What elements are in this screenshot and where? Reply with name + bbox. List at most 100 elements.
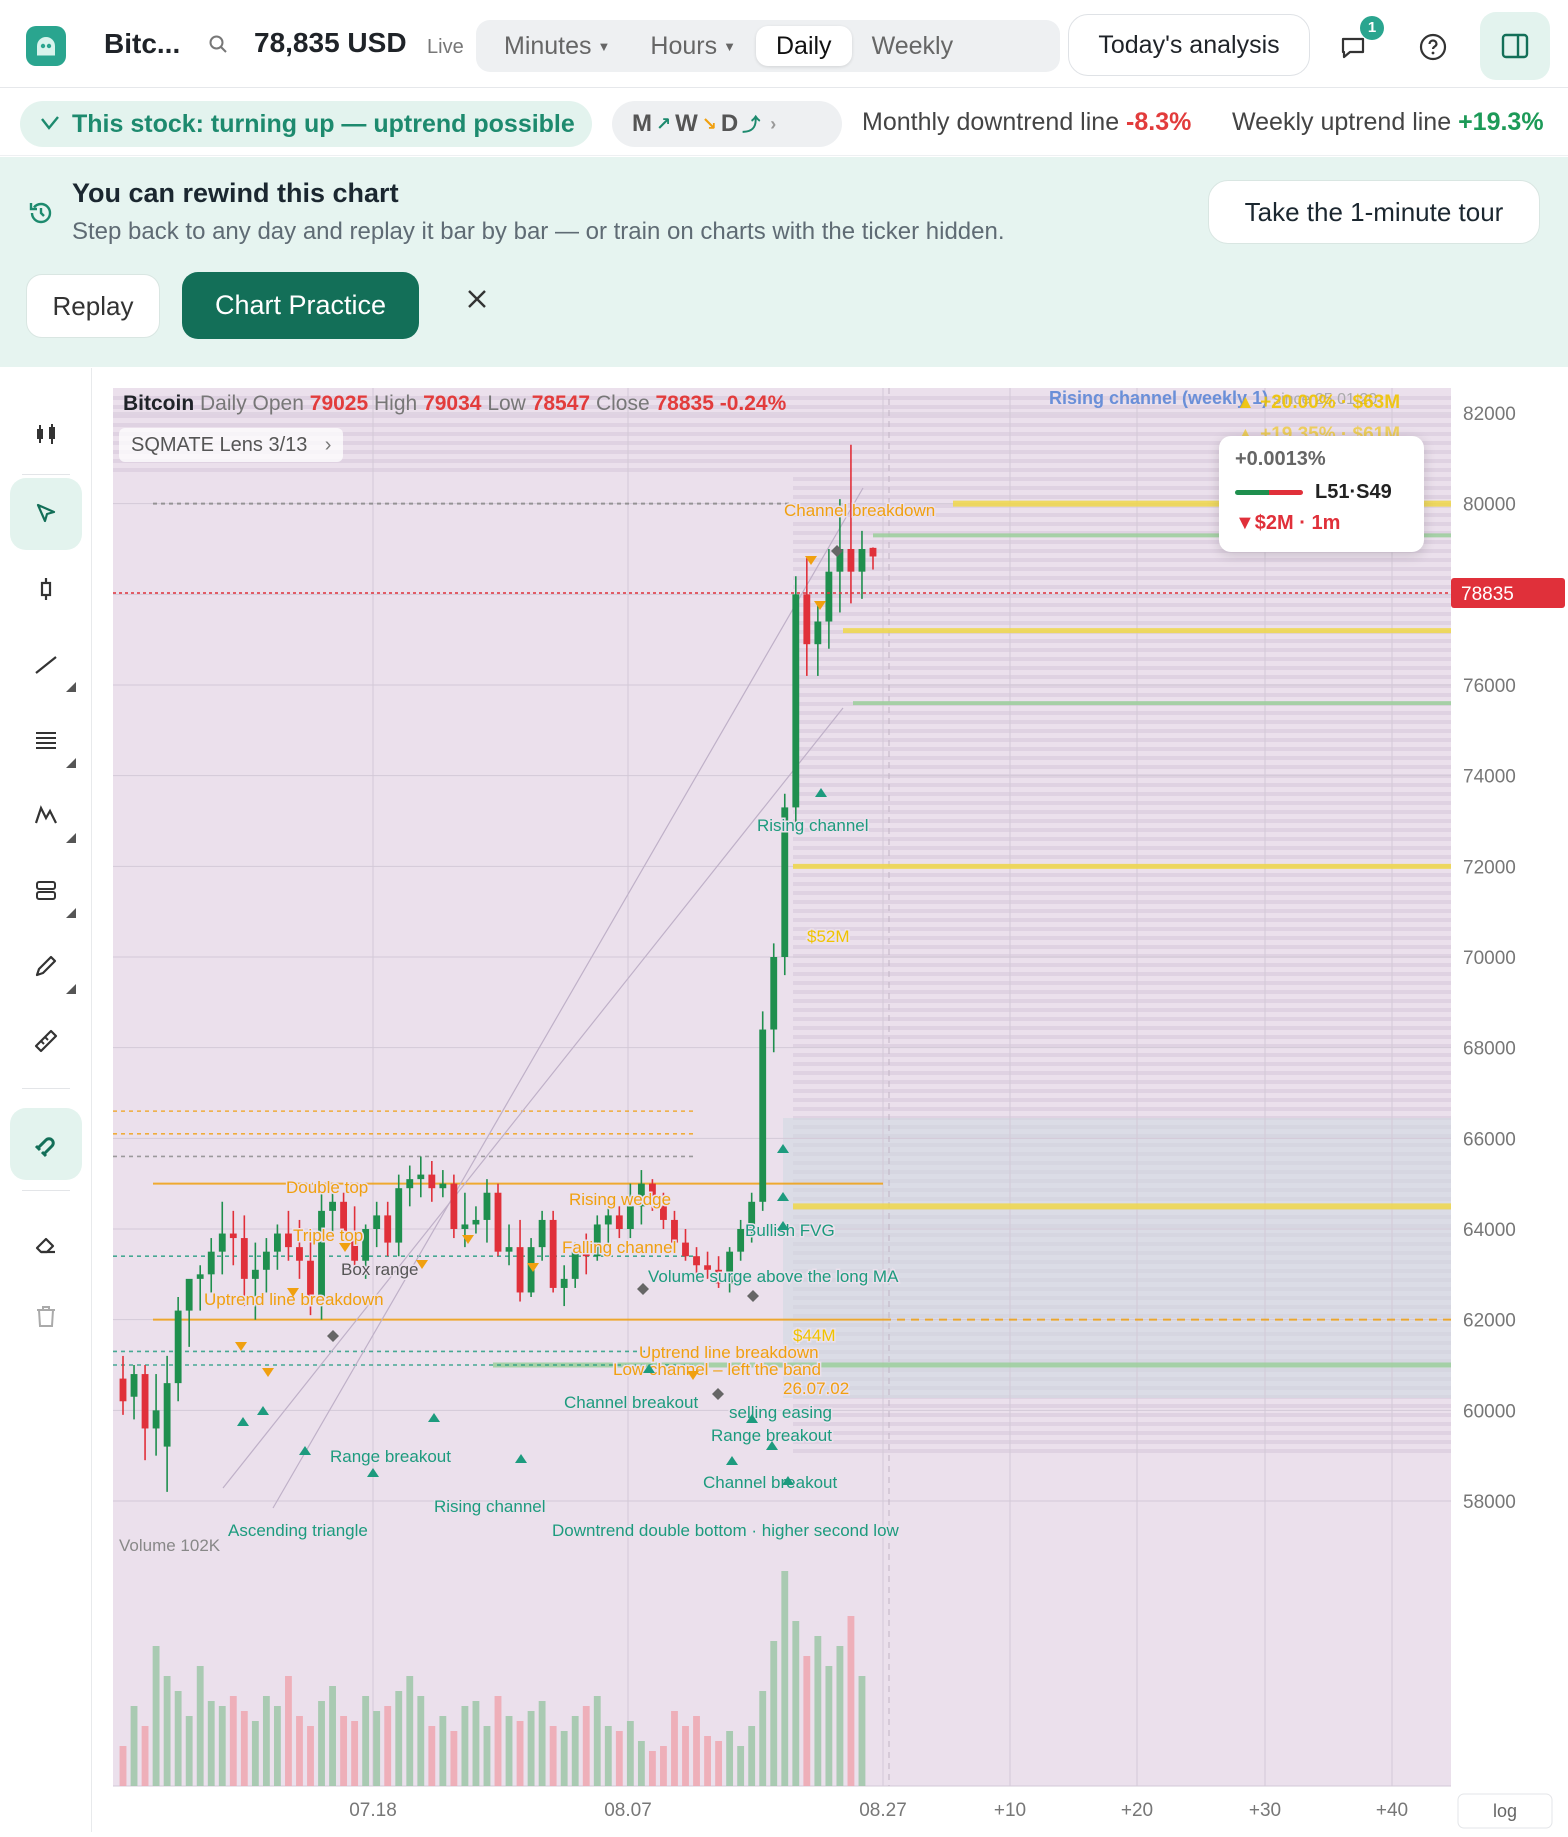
volume-bar [450, 1731, 458, 1786]
candle-body[interactable] [450, 1183, 458, 1229]
candle-body[interactable] [604, 1215, 612, 1225]
candle-body[interactable] [814, 621, 822, 645]
pattern-icon[interactable] [10, 779, 82, 851]
weekly-uptrend-stat[interactable]: Weekly uptrend line +19.3% [1232, 108, 1544, 137]
candle-body[interactable] [130, 1374, 138, 1397]
candle-body[interactable] [395, 1188, 403, 1243]
tour-button[interactable]: Take the 1-minute tour [1208, 180, 1540, 244]
candle-body[interactable] [141, 1374, 149, 1429]
candle-body[interactable] [318, 1210, 325, 1302]
candle-body[interactable] [329, 1201, 336, 1211]
tab-weekly[interactable]: Weekly [852, 26, 974, 66]
candle-body[interactable] [626, 1206, 634, 1229]
candle-body[interactable] [373, 1215, 381, 1229]
help-icon[interactable] [1410, 24, 1456, 70]
candle-body[interactable] [693, 1256, 700, 1266]
candles-icon[interactable] [10, 398, 82, 470]
volume-bar [119, 1746, 127, 1786]
volume-bar [825, 1666, 833, 1786]
measure-icon[interactable] [10, 854, 82, 926]
tab-daily[interactable]: Daily [755, 26, 852, 66]
candle-body[interactable] [560, 1278, 568, 1288]
monthly-downtrend-stat[interactable]: Monthly downtrend line -8.3% [862, 108, 1191, 137]
candle-body[interactable] [483, 1192, 491, 1220]
candle-body[interactable] [869, 547, 877, 557]
log-scale-toggle[interactable]: log [1493, 1801, 1517, 1821]
candle-body[interactable] [163, 1383, 171, 1447]
candle-body[interactable] [196, 1274, 204, 1279]
candle-body[interactable] [516, 1247, 524, 1293]
candle-body[interactable] [439, 1183, 447, 1189]
candle-body[interactable] [792, 594, 800, 808]
candle-body[interactable] [682, 1242, 689, 1257]
candle-body[interactable] [461, 1224, 469, 1229]
volume-bar [671, 1711, 678, 1786]
y-tick-label: 80000 [1463, 495, 1516, 516]
candle-body[interactable] [296, 1247, 303, 1261]
candle-body[interactable] [273, 1233, 281, 1252]
candle-body[interactable] [825, 571, 833, 622]
candle-body[interactable] [262, 1251, 270, 1270]
candle-body[interactable] [428, 1174, 436, 1189]
candle-body[interactable] [406, 1179, 414, 1189]
crosshair-icon[interactable] [10, 553, 82, 625]
candle-body[interactable] [240, 1238, 248, 1279]
candle-body[interactable] [251, 1269, 259, 1279]
volume-bar [174, 1691, 182, 1786]
candle-body[interactable] [549, 1219, 557, 1288]
candle-body[interactable] [858, 549, 866, 572]
brush-icon[interactable] [10, 930, 82, 1002]
candle-body[interactable] [494, 1192, 502, 1252]
todays-analysis-button[interactable]: Today's analysis [1068, 14, 1310, 76]
trendline-icon[interactable] [10, 628, 82, 700]
candle-body[interactable] [505, 1247, 513, 1252]
lens-selector[interactable]: SQMATE Lens 3/13 › [119, 428, 344, 462]
app-logo-icon[interactable] [26, 26, 66, 66]
volume-bar [726, 1731, 734, 1786]
side-panel-toggle-icon[interactable] [1480, 12, 1550, 80]
cursor-icon[interactable] [10, 478, 82, 550]
candle-body[interactable] [759, 1029, 767, 1202]
candle-body[interactable] [152, 1410, 160, 1429]
search-icon[interactable] [208, 34, 228, 59]
candle-body[interactable] [174, 1310, 182, 1384]
candle-body[interactable] [472, 1219, 480, 1225]
candle-body[interactable] [615, 1215, 623, 1229]
banner-subtitle: Step back to any day and replay it bar b… [72, 218, 1005, 245]
magnet-icon[interactable] [10, 1108, 82, 1180]
chart-canvas[interactable]: 8200080000780007600074000720007000068000… [93, 368, 1568, 1832]
trash-icon[interactable] [10, 1280, 82, 1352]
ticker-name[interactable]: Bitc... [104, 28, 180, 60]
candle-body[interactable] [770, 957, 778, 1030]
volume-bar [549, 1726, 557, 1786]
candle-body[interactable] [185, 1278, 193, 1311]
pattern-label: Ascending triangle [228, 1521, 368, 1540]
candle-body[interactable] [362, 1229, 370, 1261]
candle-body[interactable] [229, 1233, 237, 1239]
candle-body[interactable] [285, 1233, 292, 1248]
candle-body[interactable] [384, 1215, 392, 1243]
ruler-icon[interactable] [10, 1005, 82, 1077]
x-tick-label: +10 [994, 1800, 1026, 1821]
monthly-chip: M [632, 110, 652, 137]
close-icon[interactable] [466, 288, 488, 315]
tab-hours[interactable]: Hours ▼ [630, 26, 756, 66]
volume-bar [417, 1696, 425, 1786]
candle-body[interactable] [218, 1233, 226, 1252]
candle-body[interactable] [737, 1229, 745, 1252]
trend-status-pill[interactable]: This stock: turning up — uptrend possibl… [20, 101, 592, 147]
price-chart[interactable]: 8200080000780007600074000720007000068000… [93, 368, 1568, 1832]
candle-body[interactable] [207, 1251, 215, 1275]
candle-body[interactable] [119, 1378, 127, 1402]
candle-body[interactable] [847, 549, 855, 572]
flow-tooltip: +0.0013% L51·S49 ▼$2M · 1m [1219, 436, 1424, 552]
candle-body[interactable] [803, 594, 811, 645]
candle-body[interactable] [417, 1174, 425, 1180]
tab-minutes[interactable]: Minutes ▼ [484, 26, 630, 66]
fib-icon[interactable] [10, 704, 82, 776]
replay-button[interactable]: Replay [26, 274, 160, 338]
eraser-icon[interactable] [10, 1208, 82, 1280]
candle-body[interactable] [538, 1219, 546, 1248]
mwd-trend-chips[interactable]: M ↗ W ↘ D ⤴ › [612, 101, 842, 147]
chart-practice-button[interactable]: Chart Practice [182, 272, 419, 339]
